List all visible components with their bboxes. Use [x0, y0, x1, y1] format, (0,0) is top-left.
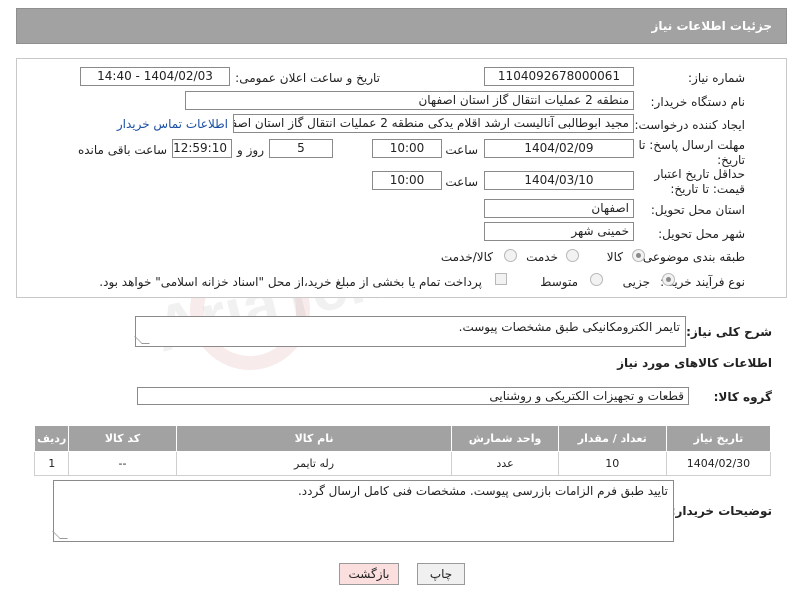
col-quantity: تعداد / مقدار [557, 425, 667, 452]
buyer-org-field[interactable]: منطقه 2 عملیات انتقال گاز استان اصفهان [185, 91, 634, 110]
col-need-date: تاریخ نیاز [665, 425, 772, 452]
cell-quantity: 10 [557, 451, 667, 476]
requester-field[interactable]: مجید ابوطالبی آنالیست ارشد اقلام یدکی من… [233, 114, 634, 133]
summary-label: شرح کلی نیاز: [686, 325, 772, 339]
page-header: جزئیات اطلاعات نیاز [16, 8, 787, 44]
treasury-payment-note: پرداخت تمام یا بخشی از مبلغ خرید،از محل … [99, 275, 482, 289]
cell-row: 1 [33, 451, 70, 476]
process-medium-radio[interactable] [590, 273, 603, 286]
resize-handle-icon[interactable] [52, 531, 68, 539]
buyer-notes-text: تایید طبق فرم الزامات بازرسی پیوست. مشخص… [297, 484, 668, 498]
deadline-time-field[interactable]: 10:00 [372, 139, 442, 158]
cell-need-date: 1404/02/30 [665, 451, 772, 476]
category-goods-service-radio[interactable] [504, 249, 517, 262]
city-field[interactable]: خمینی شهر [484, 222, 634, 241]
remaining-time-field[interactable]: 12:59:10 [172, 139, 232, 158]
col-item-name: نام کالا [175, 425, 453, 452]
goods-group-label: گروه کالا: [713, 390, 772, 404]
deadline-date-field[interactable]: 1404/02/09 [484, 139, 634, 158]
process-minor-label: جزیی [622, 275, 650, 289]
buyer-notes-textarea[interactable]: تایید طبق فرم الزامات بازرسی پیوست. مشخص… [52, 480, 674, 542]
need-number-field[interactable]: 1104092678000061 [484, 67, 634, 86]
process-minor-radio[interactable] [662, 273, 675, 286]
province-label: استان محل تحویل: [650, 203, 745, 217]
category-goods-radio[interactable] [632, 249, 645, 262]
announce-field[interactable]: 1404/02/03 - 14:40 [80, 67, 230, 86]
days-remaining-field[interactable]: 5 [269, 139, 333, 158]
col-item-code: کد کالا [68, 425, 177, 452]
category-goods-label: کالا [606, 250, 623, 264]
price-validity-date-field[interactable]: 1404/03/10 [484, 171, 634, 190]
deadline-time-label: ساعت [445, 143, 478, 157]
category-goods-service-label: کالا/خدمت [440, 250, 493, 264]
goods-table-header: تاریخ نیاز تعداد / مقدار واحد شمارش نام … [33, 425, 772, 452]
requester-label: ایجاد کننده درخواست: [634, 118, 745, 132]
days-label: روز و [237, 143, 264, 157]
city-label: شهر محل تحویل: [658, 227, 745, 241]
buyer-contact-link[interactable]: اطلاعات تماس خریدار [117, 117, 228, 131]
treasury-payment-checkbox[interactable] [495, 273, 507, 285]
summary-textarea[interactable]: تایمر الکترومکانیکی طبق مشخصات پیوست. [134, 316, 686, 347]
table-row[interactable]: 1404/02/30 10 عدد رله تایمر -- 1 [33, 451, 772, 476]
deadline-label: مهلت ارسال پاسخ: تا تاریخ: [638, 138, 745, 167]
goods-table: تاریخ نیاز تعداد / مقدار واحد شمارش نام … [33, 425, 772, 476]
category-label: طبقه بندی موضوعی: [638, 250, 745, 264]
goods-group-field[interactable]: قطعات و تجهیزات الکتریکی و روشنایی [137, 387, 689, 405]
back-button[interactable]: بازگشت [339, 563, 399, 585]
print-button[interactable]: چاپ [417, 563, 465, 585]
page-title: جزئیات اطلاعات نیاز [651, 19, 772, 33]
cell-item-name: رله تایمر [175, 451, 453, 476]
remaining-label: ساعت باقی مانده [77, 143, 167, 157]
process-medium-label: متوسط [540, 275, 578, 289]
buyer-notes-label: توضیحات خریدار: [670, 504, 772, 518]
price-validity-time-label: ساعت [445, 175, 478, 189]
cell-item-code: -- [68, 451, 177, 476]
announce-label: تاریخ و ساعت اعلان عمومی: [235, 71, 380, 85]
col-row: ردیف [33, 425, 70, 452]
goods-section-title: اطلاعات کالاهای مورد نیاز [617, 356, 772, 370]
resize-handle-icon[interactable] [134, 336, 150, 344]
price-validity-label: حداقل تاریخ اعتبار قیمت: تا تاریخ: [654, 167, 745, 196]
need-number-label: شماره نیاز: [688, 71, 745, 85]
province-field[interactable]: اصفهان [484, 199, 634, 218]
cell-unit: عدد [451, 451, 559, 476]
category-service-radio[interactable] [566, 249, 579, 262]
category-service-label: خدمت [526, 250, 558, 264]
col-unit: واحد شمارش [451, 425, 559, 452]
price-validity-time-field[interactable]: 10:00 [372, 171, 442, 190]
buyer-org-label: نام دستگاه خریدار: [650, 95, 746, 109]
summary-text: تایمر الکترومکانیکی طبق مشخصات پیوست. [458, 320, 680, 334]
